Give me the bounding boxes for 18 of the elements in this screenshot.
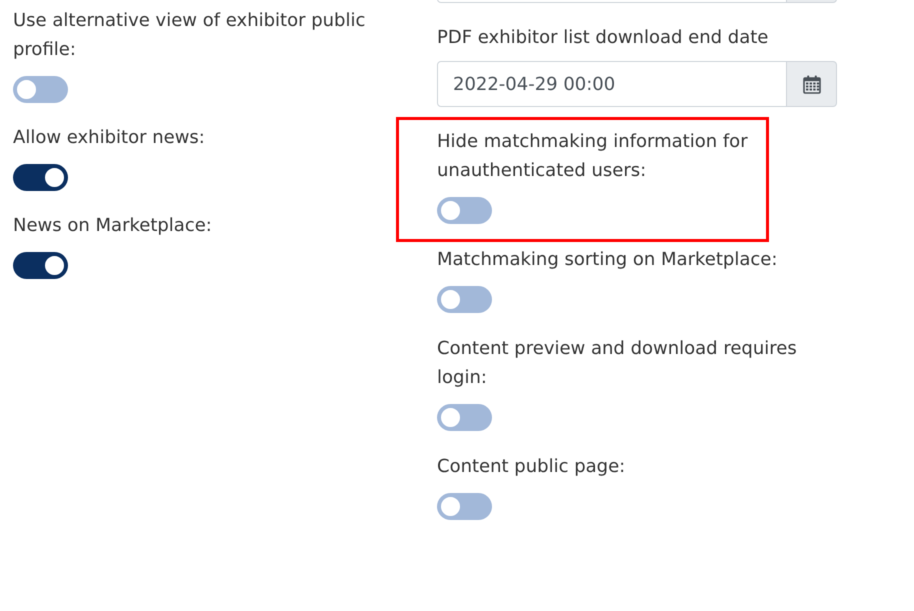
calendar-icon bbox=[802, 74, 820, 94]
toggle-switch[interactable] bbox=[13, 252, 68, 279]
setting-label: Allow exhibitor news: bbox=[13, 126, 206, 150]
toggle-switch[interactable] bbox=[437, 286, 492, 313]
toggle-switch[interactable] bbox=[13, 164, 68, 191]
setting-label: Hide matchmaking information for unauthenticated users: bbox=[437, 130, 749, 183]
setting-label: Use alternative view of exhibitor public profile: bbox=[13, 9, 366, 62]
toggle-switch[interactable] bbox=[437, 197, 492, 224]
field-label: PDF exhibitor list download end date bbox=[437, 26, 770, 50]
toggle-switch[interactable] bbox=[437, 404, 492, 431]
toggle-switch[interactable] bbox=[13, 76, 68, 103]
toggle-switch[interactable] bbox=[437, 493, 492, 520]
setting-label: Matchmaking sorting on Marketplace: bbox=[437, 248, 778, 272]
setting-label: Content public page: bbox=[437, 455, 626, 479]
calendar-button[interactable] bbox=[787, 61, 837, 107]
setting-label: News on Marketplace: bbox=[13, 214, 213, 238]
date-input[interactable]: 2022-04-29 00:00 bbox=[437, 61, 787, 107]
setting-label: Content preview and download requires login: bbox=[437, 337, 798, 390]
